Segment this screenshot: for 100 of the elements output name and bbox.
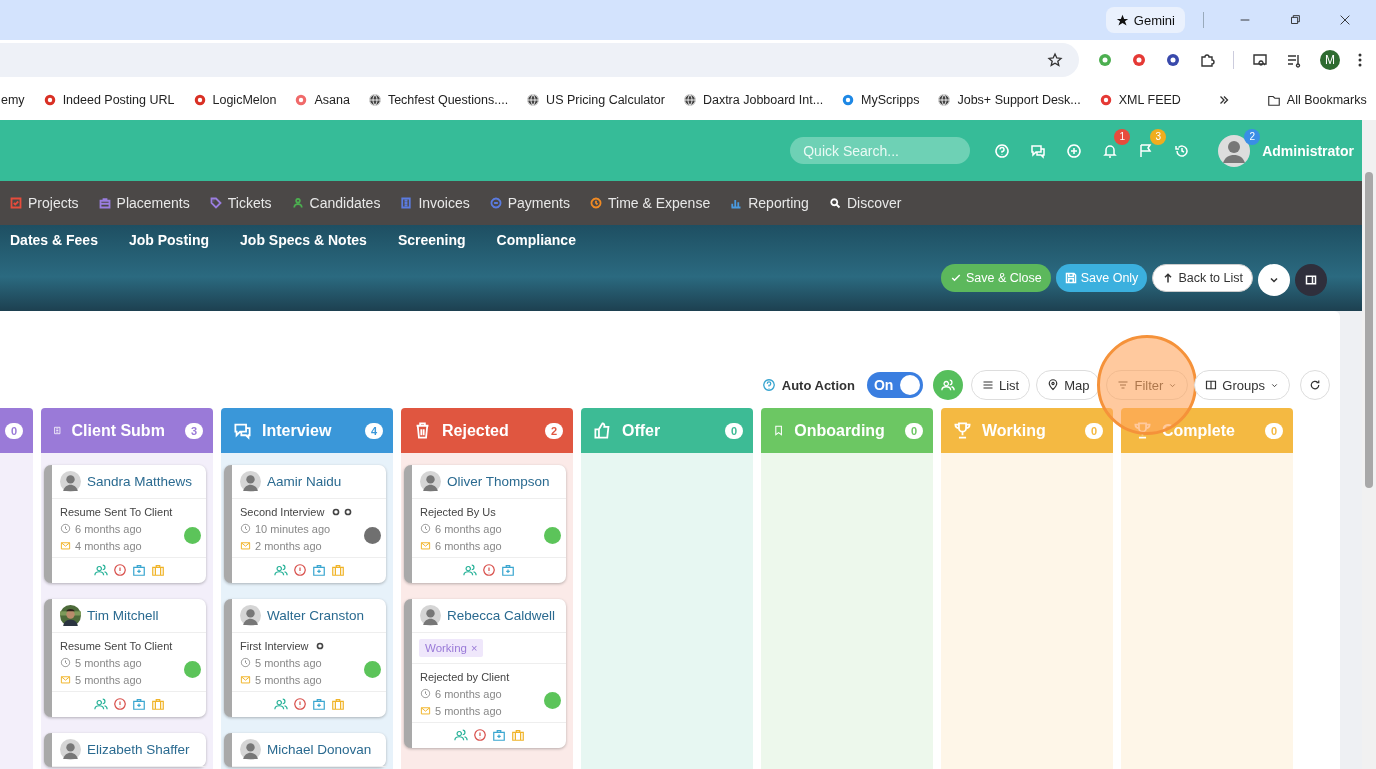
candidate-name-link[interactable]: Rebecca Caldwell	[447, 608, 556, 623]
candidate-card[interactable]: Oliver Thompson Rejected By Us 6 months ago 6 months ago	[404, 465, 566, 583]
candidate-card[interactable]: Tim Mitchell Resume Sent To Client 5 months ago 5 months ago	[44, 599, 206, 717]
candidate-card[interactable]: Elizabeth Shaffer	[44, 733, 206, 767]
auto-action-toggle[interactable]: On	[866, 372, 923, 398]
bookmark-link[interactable]: Techfest Questions....	[387, 93, 509, 107]
person-icon[interactable]	[291, 197, 304, 209]
candidate-name-link[interactable]: Michael Donovan	[267, 742, 372, 757]
ring-logo-icon[interactable]	[1131, 52, 1147, 68]
suitcase-icon[interactable]	[150, 697, 165, 711]
team-icon[interactable]	[463, 563, 477, 577]
briefcase-icon[interactable]	[98, 197, 111, 209]
section-tab[interactable]: Compliance	[496, 232, 576, 248]
bell-icon[interactable]	[1102, 142, 1119, 159]
bookmark-link[interactable]: MyScripps	[861, 93, 920, 107]
alert-icon[interactable]	[292, 563, 307, 577]
section-tab[interactable]: Job Posting	[128, 232, 210, 248]
candidate-name-link[interactable]: Sandra Matthews	[87, 474, 193, 489]
gemini-button[interactable]: Gemini	[1105, 7, 1185, 33]
nav-item[interactable]: Invoices	[418, 195, 470, 211]
alert-icon[interactable]	[472, 728, 487, 742]
candidate-card[interactable]: Aamir Naidu Second Interview 10 minutes ago 2 months ago	[224, 465, 386, 583]
profile-avatar[interactable]: M	[1320, 50, 1340, 70]
candidate-name-link[interactable]: Oliver Thompson	[447, 474, 550, 489]
candidate-card[interactable]: Michael Donovan	[224, 733, 386, 767]
all-bookmarks-link[interactable]: All Bookmarks	[1286, 93, 1367, 107]
playlist-icon[interactable]	[1286, 52, 1302, 68]
globe-icon[interactable]	[682, 93, 697, 107]
bookmark-link[interactable]: Asana	[314, 93, 350, 107]
medkit-icon[interactable]	[311, 697, 326, 711]
candidate-card[interactable]: Rebecca Caldwell Working × Rejected by Client 6 months ago 5 months ago	[404, 599, 566, 748]
medkit-icon[interactable]	[311, 563, 326, 577]
back-button[interactable]: Back to List	[1152, 264, 1253, 292]
team-icon[interactable]	[93, 697, 108, 711]
bookmark-link[interactable]: Jobs+ Support Desk...	[957, 93, 1081, 107]
medkit-icon[interactable]	[131, 563, 146, 577]
star-outline-icon[interactable]	[1047, 52, 1063, 68]
clock-icon[interactable]	[590, 197, 602, 209]
alert-icon[interactable]	[112, 563, 127, 577]
team-icon[interactable]	[453, 728, 468, 742]
suitcase-icon[interactable]	[330, 563, 345, 577]
search-tab-icon[interactable]	[1252, 52, 1268, 68]
section-tab[interactable]: Dates & Fees	[10, 232, 98, 248]
candidate-name-link[interactable]: Elizabeth Shaffer	[87, 742, 190, 757]
bookmark-link[interactable]: emy	[1, 93, 25, 107]
medkit-icon[interactable]	[491, 728, 506, 742]
section-tab[interactable]: Screening	[397, 232, 466, 248]
alert-icon[interactable]	[482, 563, 496, 577]
avatar-icon[interactable]	[1218, 134, 1251, 167]
tag-icon[interactable]	[209, 197, 222, 209]
bookmark-link[interactable]: Indeed Posting URL	[62, 93, 175, 107]
suitcase-icon[interactable]	[330, 697, 345, 711]
candidate-name-link[interactable]: Walter Cranston	[267, 608, 365, 623]
nav-item[interactable]: Payments	[507, 195, 570, 211]
view-button[interactable]: List	[970, 370, 1031, 400]
globe-icon[interactable]	[526, 93, 541, 107]
panel-toggle-button[interactable]	[1295, 264, 1327, 296]
help-icon[interactable]	[761, 378, 776, 392]
bookmark-link[interactable]: US Pricing Calculator	[546, 93, 665, 107]
suitcase-icon[interactable]	[150, 563, 165, 577]
candidate-name-link[interactable]: Aamir Naidu	[267, 474, 342, 489]
dropdown-button[interactable]	[1258, 264, 1290, 296]
nav-item[interactable]: Time & Expense	[608, 195, 711, 211]
candidate-card[interactable]: Walter Cranston First Interview 5 months ago 5 months ago	[224, 599, 386, 717]
medkit-icon[interactable]	[501, 563, 515, 577]
suitcase-icon[interactable]	[510, 728, 525, 742]
nav-item[interactable]: Projects	[28, 195, 79, 211]
scrollbar-thumb[interactable]	[1365, 172, 1373, 488]
bars-icon[interactable]	[730, 197, 743, 209]
ring-logo-icon[interactable]	[1098, 93, 1113, 107]
alert-icon[interactable]	[292, 697, 307, 711]
nav-item[interactable]: Placements	[116, 195, 190, 211]
nav-item[interactable]: Candidates	[309, 195, 381, 211]
alert-icon[interactable]	[112, 697, 127, 711]
refresh-button[interactable]	[1300, 370, 1330, 400]
globe-icon[interactable]	[937, 93, 952, 107]
bookmark-link[interactable]: XML FEED	[1118, 93, 1181, 107]
history-icon[interactable]	[1174, 142, 1191, 159]
search-icon[interactable]	[828, 197, 841, 209]
nav-item[interactable]: Reporting	[748, 195, 809, 211]
nav-item[interactable]: Discover	[846, 195, 902, 211]
view-button[interactable]: Groups	[1194, 370, 1290, 400]
folder-icon[interactable]	[1266, 93, 1281, 107]
team-icon[interactable]	[93, 563, 108, 577]
coin-icon[interactable]	[489, 197, 502, 209]
quick-search-field[interactable]: Quick Search...	[790, 137, 971, 164]
candidate-name-link[interactable]: Tim Mitchell	[87, 608, 159, 623]
section-tab[interactable]: Job Specs & Notes	[240, 232, 367, 248]
view-button[interactable]: Map	[1036, 370, 1101, 400]
chat-icon[interactable]	[1030, 142, 1047, 159]
bookmark-link[interactable]: Daxtra Jobboard Int...	[702, 93, 824, 107]
candidate-card[interactable]: Sandra Matthews Resume Sent To Client 6 months ago 4 months ago	[44, 465, 206, 583]
puzzle-icon[interactable]	[1199, 52, 1215, 68]
team-icon[interactable]	[273, 697, 288, 711]
medkit-icon[interactable]	[131, 697, 146, 711]
menu-icon[interactable]	[1358, 52, 1362, 68]
bookmark-link[interactable]: LogicMelon	[212, 93, 277, 107]
team-view-button[interactable]	[932, 370, 963, 400]
help-icon[interactable]	[994, 142, 1011, 159]
nav-item[interactable]: Tickets	[227, 195, 272, 211]
